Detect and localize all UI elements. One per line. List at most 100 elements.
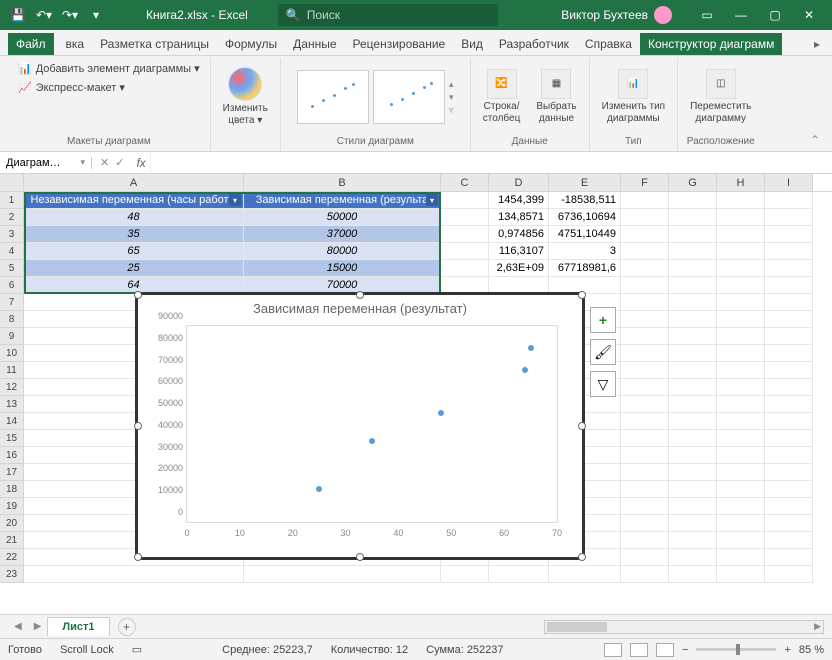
row-header[interactable]: 15: [0, 430, 24, 447]
cell[interactable]: [669, 311, 717, 328]
tab-review[interactable]: Рецензирование: [345, 33, 454, 55]
cell[interactable]: [765, 328, 813, 345]
row-header[interactable]: 14: [0, 413, 24, 430]
cell[interactable]: 116,3107: [489, 243, 549, 260]
cell[interactable]: [717, 447, 765, 464]
chart-data-point[interactable]: [528, 345, 534, 351]
name-box[interactable]: Диаграм…▾: [0, 157, 92, 169]
collapse-ribbon-icon[interactable]: ⌃: [806, 129, 824, 151]
cell[interactable]: [717, 515, 765, 532]
cell[interactable]: [621, 345, 669, 362]
cell[interactable]: [765, 294, 813, 311]
tab-developer[interactable]: Разработчик: [491, 33, 577, 55]
row-header[interactable]: 1: [0, 192, 24, 209]
cell[interactable]: [669, 566, 717, 583]
cell[interactable]: [765, 260, 813, 277]
cell[interactable]: [765, 311, 813, 328]
zoom-out-icon[interactable]: −: [682, 644, 688, 656]
cell[interactable]: [669, 209, 717, 226]
cell[interactable]: [669, 498, 717, 515]
tab-file[interactable]: Файл: [8, 33, 54, 55]
user-account[interactable]: Виктор Бухтеев: [561, 6, 672, 24]
cell[interactable]: [765, 379, 813, 396]
row-header[interactable]: 17: [0, 464, 24, 481]
cell[interactable]: [669, 549, 717, 566]
chart-data-point[interactable]: [522, 367, 528, 373]
cell[interactable]: [717, 481, 765, 498]
row-header[interactable]: 23: [0, 566, 24, 583]
row-header[interactable]: 20: [0, 515, 24, 532]
filter-icon[interactable]: ▾: [229, 194, 241, 206]
enter-formula-icon[interactable]: ✓: [115, 156, 124, 169]
cell[interactable]: [669, 294, 717, 311]
tab-page-layout[interactable]: Разметка страницы: [92, 33, 217, 55]
cell[interactable]: [669, 260, 717, 277]
chart-plot-area[interactable]: 0100002000030000400005000060000700008000…: [186, 325, 558, 523]
cell[interactable]: [669, 413, 717, 430]
cell[interactable]: 1454,399: [489, 192, 549, 209]
row-header[interactable]: 18: [0, 481, 24, 498]
cell[interactable]: [717, 243, 765, 260]
cell[interactable]: [717, 430, 765, 447]
cell[interactable]: [765, 566, 813, 583]
tab-chart-design[interactable]: Конструктор диаграмм: [640, 33, 782, 55]
change-colors-button[interactable]: Изменить цвета ▾: [217, 65, 274, 129]
cell[interactable]: [717, 396, 765, 413]
row-header[interactable]: 7: [0, 294, 24, 311]
cell[interactable]: [669, 328, 717, 345]
view-page-layout-icon[interactable]: [630, 643, 648, 657]
cell[interactable]: [717, 328, 765, 345]
cell[interactable]: [717, 566, 765, 583]
cell[interactable]: [621, 243, 669, 260]
cell[interactable]: [765, 481, 813, 498]
row-header[interactable]: 9: [0, 328, 24, 345]
select-all-corner[interactable]: [0, 174, 24, 191]
tab-data[interactable]: Данные: [285, 33, 344, 55]
cell[interactable]: [717, 226, 765, 243]
cell[interactable]: [621, 328, 669, 345]
save-icon[interactable]: 💾: [8, 5, 28, 25]
cell[interactable]: -18538,511: [549, 192, 621, 209]
cell[interactable]: [765, 464, 813, 481]
cell[interactable]: [717, 209, 765, 226]
cell[interactable]: 2,63E+09: [489, 260, 549, 277]
cell[interactable]: [669, 345, 717, 362]
cell[interactable]: [765, 192, 813, 209]
cell[interactable]: [669, 243, 717, 260]
cell[interactable]: [621, 498, 669, 515]
cell[interactable]: [765, 345, 813, 362]
cell[interactable]: [621, 430, 669, 447]
cell[interactable]: 65: [24, 243, 244, 260]
row-header[interactable]: 3: [0, 226, 24, 243]
cell[interactable]: [441, 260, 489, 277]
cell[interactable]: 15000: [244, 260, 441, 277]
cell[interactable]: [717, 345, 765, 362]
cell[interactable]: [765, 413, 813, 430]
cell[interactable]: [441, 192, 489, 209]
cell[interactable]: 3: [549, 243, 621, 260]
cell[interactable]: [621, 447, 669, 464]
column-header[interactable]: B: [244, 174, 441, 191]
cell[interactable]: [669, 481, 717, 498]
cell[interactable]: [717, 311, 765, 328]
cell[interactable]: [765, 209, 813, 226]
add-chart-element-button[interactable]: 📊Добавить элемент диаграммы ▾: [14, 60, 204, 77]
cell[interactable]: [717, 260, 765, 277]
cell[interactable]: [717, 464, 765, 481]
search-box[interactable]: 🔍 Поиск: [278, 4, 498, 26]
row-header[interactable]: 19: [0, 498, 24, 515]
cell[interactable]: 37000: [244, 226, 441, 243]
column-header[interactable]: F: [621, 174, 669, 191]
cell[interactable]: [765, 498, 813, 515]
gallery-more-icon[interactable]: ▿: [449, 105, 454, 116]
close-icon[interactable]: ✕: [794, 5, 824, 25]
formula-input[interactable]: [150, 152, 832, 173]
maximize-icon[interactable]: ▢: [760, 5, 790, 25]
quick-layout-button[interactable]: 📈Экспресс-макет ▾: [14, 79, 129, 96]
cell[interactable]: [765, 532, 813, 549]
column-header[interactable]: E: [549, 174, 621, 191]
cell[interactable]: [717, 362, 765, 379]
cancel-formula-icon[interactable]: ✕: [100, 156, 109, 169]
cell[interactable]: [441, 566, 489, 583]
cell[interactable]: [669, 277, 717, 294]
